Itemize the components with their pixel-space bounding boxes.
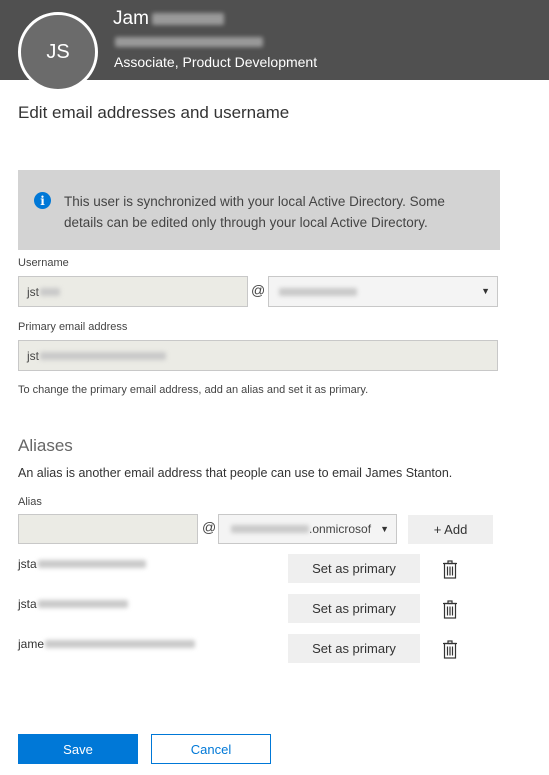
user-job-title: Associate, Product Development [114,54,318,70]
user-name: Jam [113,8,224,30]
primary-email-input: jst [18,340,498,371]
primary-email-label: Primary email address [18,321,128,333]
alias-item-text: jsta [18,557,37,571]
alias-item: jame [18,637,196,651]
username-domain-select[interactable]: ▼ [268,276,498,307]
aliases-description: An alias is another email address that p… [18,466,453,480]
avatar-initials: JS [46,40,70,63]
username-input[interactable]: jst [18,276,248,307]
trash-icon[interactable] [442,560,458,579]
alias-at-sign: @ [202,519,217,535]
alias-item-text: jsta [18,597,37,611]
trash-icon[interactable] [442,640,458,659]
primary-email-value: jst [27,348,39,363]
alias-item: jsta [18,557,146,571]
avatar: JS [18,12,98,92]
set-as-primary-button[interactable]: Set as primary [288,594,420,623]
panel-title: Edit email addresses and username [18,103,290,122]
alias-input[interactable] [18,514,198,544]
primary-email-hint: To change the primary email address, add… [18,384,369,396]
username-label: Username [18,257,69,269]
add-alias-button[interactable]: + Add [408,515,493,544]
username-at-sign: @ [251,282,266,298]
alias-item: jsta [18,597,128,611]
username-value: jst [27,284,39,299]
alias-item-text: jame [18,637,45,651]
alias-domain-redacted [231,525,309,533]
sync-info-box: i This user is synchronized with your lo… [18,170,500,250]
alias-domain-visible: .onmicrosof [309,522,372,536]
aliases-title: Aliases [18,436,73,455]
set-as-primary-button[interactable]: Set as primary [288,634,420,663]
set-as-primary-button[interactable]: Set as primary [288,554,420,583]
trash-icon[interactable] [442,600,458,619]
cancel-button[interactable]: Cancel [151,734,271,764]
username-domain-redacted [279,287,357,296]
chevron-down-icon: ▼ [380,524,389,534]
alias-domain-select[interactable]: .onmicrosof ▼ [218,514,397,544]
info-icon: i [34,192,51,209]
sync-info-message: This user is synchronized with your loca… [64,194,445,230]
save-button[interactable]: Save [18,734,138,764]
alias-label: Alias [18,496,42,508]
chevron-down-icon: ▼ [481,286,490,296]
user-email-redacted [115,37,263,47]
